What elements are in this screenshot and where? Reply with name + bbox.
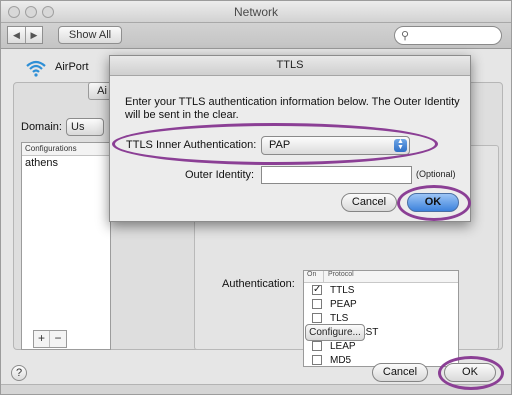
help-button[interactable]: ?: [11, 365, 27, 381]
sheet-cancel-button[interactable]: Cancel: [341, 193, 397, 212]
protocol-list: On Protocol ✓ TTLS PEAP TLS EAP-FAST L: [303, 270, 459, 367]
protocol-name: LEAP: [330, 340, 356, 352]
outer-identity-label: Outer Identity:: [185, 169, 255, 181]
protocol-checkbox[interactable]: ✓: [312, 285, 322, 295]
title-bar: Network: [1, 1, 511, 23]
protocol-checkbox[interactable]: [312, 313, 322, 323]
protocol-checkbox[interactable]: [312, 299, 322, 309]
protocol-row-leap: LEAP: [304, 339, 458, 353]
toolbar: ◀ ▶ Show All ⚲: [1, 23, 511, 49]
protocol-name: TLS: [330, 312, 349, 324]
protocol-checkbox[interactable]: [312, 341, 322, 351]
protocol-name: PEAP: [330, 298, 357, 310]
sheet-message: Enter your TTLS authentication informati…: [125, 96, 460, 121]
protocol-list-header: On Protocol: [304, 271, 458, 283]
add-remove-control: + −: [33, 330, 67, 348]
show-all-button[interactable]: Show All: [58, 26, 122, 44]
domain-popup[interactable]: Us: [66, 118, 104, 136]
authentication-label: Authentication:: [222, 278, 295, 290]
protocol-name: MD5: [330, 354, 352, 366]
nav-segmented-control: ◀ ▶: [7, 26, 43, 44]
remove-configuration-button[interactable]: −: [50, 331, 66, 347]
protocol-row-ttls: ✓ TTLS: [304, 283, 458, 297]
protocol-row-tls: TLS: [304, 311, 458, 325]
optional-label: (Optional): [416, 169, 456, 179]
window-title: Network: [233, 5, 278, 19]
cancel-button[interactable]: Cancel: [372, 363, 428, 382]
configurations-header: Configurations: [22, 143, 110, 156]
protocol-row-peap: PEAP: [304, 297, 458, 311]
configurations-list[interactable]: Configurations athens: [21, 142, 111, 350]
search-field[interactable]: ⚲: [394, 26, 502, 45]
highlight-ring-sheet-ok: [397, 185, 471, 221]
outer-identity-field[interactable]: [261, 166, 412, 184]
highlight-ring-inner-auth: [112, 123, 438, 165]
sheet-title: TTLS: [110, 56, 470, 76]
search-icon: ⚲: [401, 30, 410, 42]
forward-arrow-icon[interactable]: ▶: [25, 27, 42, 43]
wifi-icon: [26, 60, 46, 77]
back-arrow-icon[interactable]: ◀: [8, 27, 25, 43]
on-column-header: On: [304, 271, 324, 282]
configure-button[interactable]: Configure...: [305, 324, 365, 341]
network-preferences-window: Network ◀ ▶ Show All ⚲ AirPort Ai Domain…: [0, 0, 512, 395]
service-label: AirPort: [55, 61, 89, 73]
protocol-name: TTLS: [330, 284, 355, 296]
lock-bar: [1, 384, 511, 394]
highlight-ring-ok: [438, 356, 504, 390]
list-item[interactable]: athens: [22, 156, 110, 170]
domain-label: Domain:: [21, 121, 62, 133]
add-configuration-button[interactable]: +: [34, 331, 50, 347]
protocol-column-header: Protocol: [328, 271, 354, 278]
protocol-checkbox[interactable]: [312, 355, 322, 365]
